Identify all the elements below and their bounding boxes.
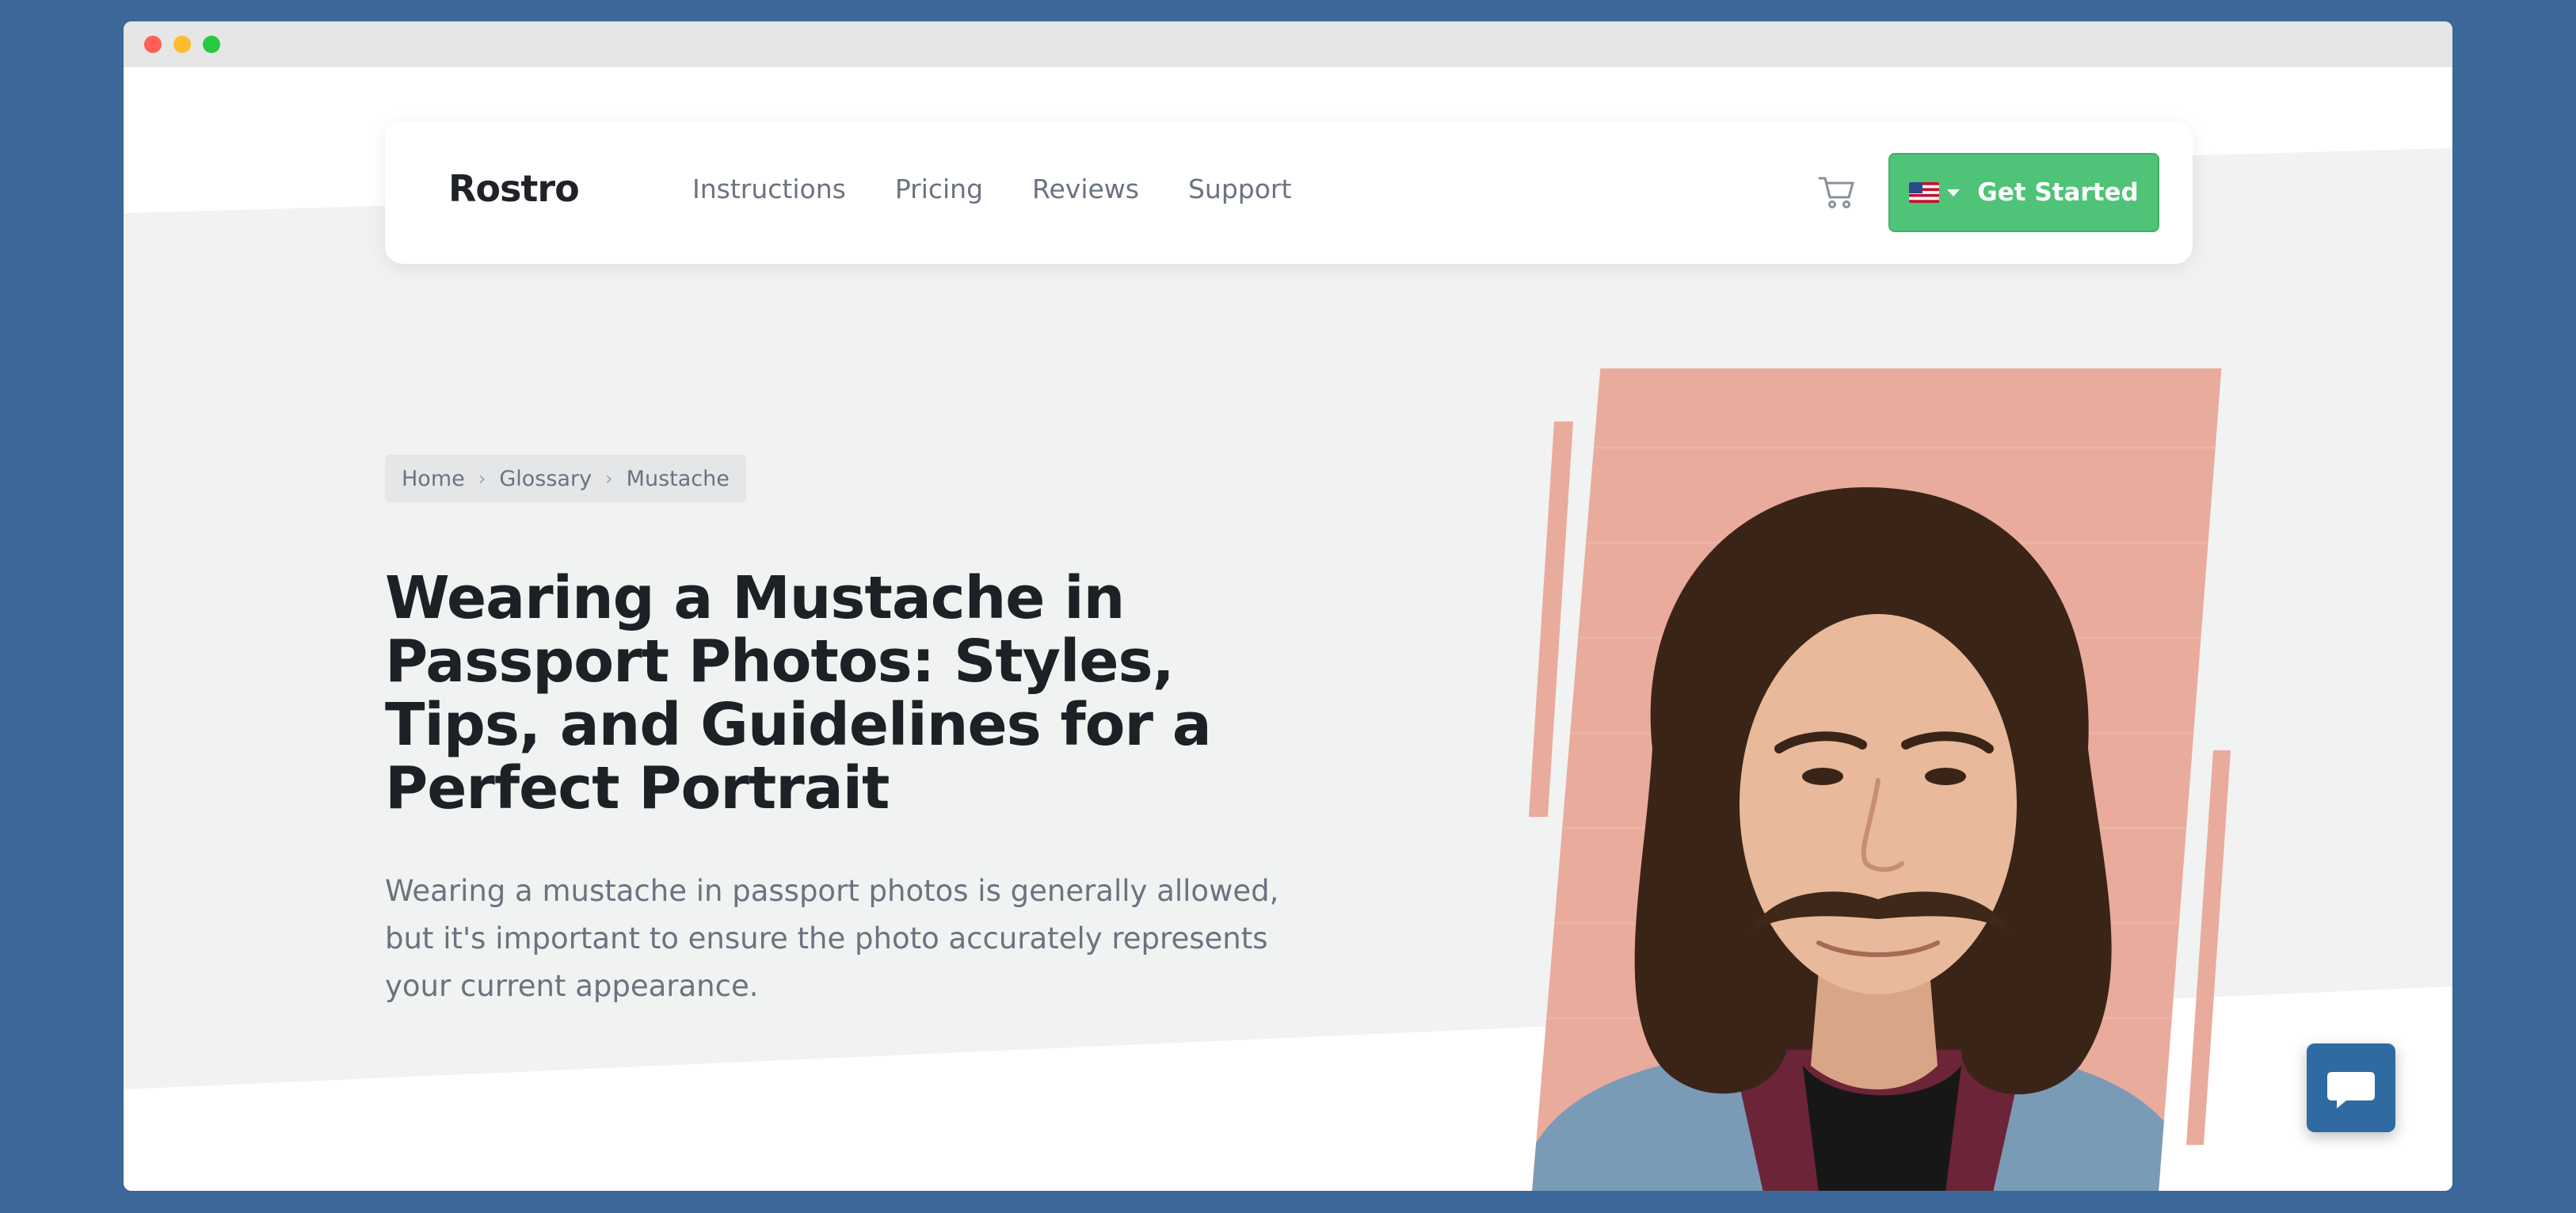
nav-link-pricing[interactable]: Pricing xyxy=(895,174,983,204)
page-viewport: Rostro Instructions Pricing Reviews Supp… xyxy=(124,67,2452,1191)
page-subtitle: Wearing a mustache in passport photos is… xyxy=(385,874,1279,1003)
hero-portrait-image xyxy=(1529,368,2231,1191)
chat-widget-button[interactable] xyxy=(2307,1043,2395,1132)
chevron-right-icon: › xyxy=(478,467,486,490)
brand-logo[interactable]: Rostro xyxy=(448,167,580,210)
language-caret-icon[interactable] xyxy=(1947,189,1961,196)
minimize-window-button[interactable] xyxy=(173,36,191,53)
breadcrumb-home[interactable]: Home xyxy=(402,467,465,491)
top-navbar: Rostro Instructions Pricing Reviews Supp… xyxy=(385,121,2193,264)
decor-bar-right xyxy=(2186,750,2231,1145)
breadcrumb-current: Mustache xyxy=(626,466,730,491)
nav-link-reviews[interactable]: Reviews xyxy=(1032,174,1139,204)
breadcrumb-glossary[interactable]: Glossary xyxy=(499,467,592,491)
get-started-label: Get Started xyxy=(1977,178,2139,207)
nav-link-support[interactable]: Support xyxy=(1188,174,1291,204)
page-title: Wearing a Mustache in Passport Photos: S… xyxy=(385,564,1212,822)
close-window-button[interactable] xyxy=(144,36,162,53)
breadcrumb: Home › Glossary › Mustache xyxy=(385,455,746,502)
us-flag-icon[interactable] xyxy=(1909,182,1940,203)
get-started-button[interactable]: Get Started xyxy=(1888,153,2159,232)
window-titlebar xyxy=(124,21,2452,67)
cart-icon[interactable] xyxy=(1817,172,1857,212)
chat-bubble-icon xyxy=(2327,1072,2375,1108)
decor-bar-left xyxy=(1529,421,1573,817)
chevron-right-icon: › xyxy=(605,467,613,490)
nav-link-instructions[interactable]: Instructions xyxy=(692,174,846,204)
browser-window: Rostro Instructions Pricing Reviews Supp… xyxy=(124,21,2452,1191)
maximize-window-button[interactable] xyxy=(203,36,220,53)
nav-links: Instructions Pricing Reviews Support xyxy=(692,174,1340,204)
